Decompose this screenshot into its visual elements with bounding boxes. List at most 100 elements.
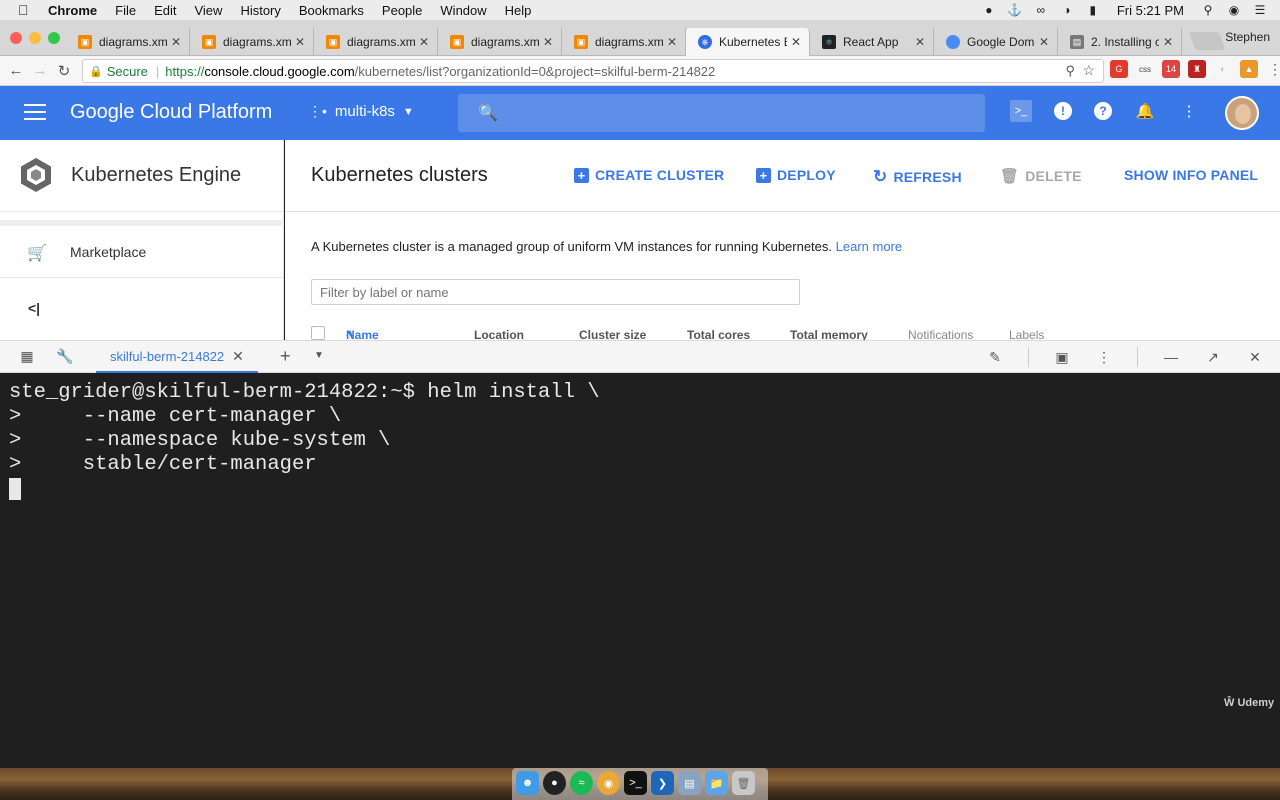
siri-icon[interactable]: ◉ (1226, 3, 1242, 17)
trash-icon[interactable]: 🗑 (732, 771, 755, 795)
hamburger-menu-icon[interactable] (24, 104, 46, 120)
extension-circle-icon[interactable]: ◐ (1214, 60, 1232, 78)
more-vert-icon[interactable]: ⋮ (1095, 348, 1113, 366)
sidebar-item-marketplace[interactable]: 🛒 Marketplace (0, 228, 284, 278)
address-bar[interactable]: 🔒 Secure | https://console.cloud.google.… (82, 59, 1104, 83)
project-selector[interactable]: ⋮• multi-k8s ▼ (308, 103, 414, 120)
close-tab-icon[interactable]: ✕ (915, 35, 925, 49)
spotlight-search-icon[interactable]: ⚲ (1200, 3, 1216, 17)
battery-icon[interactable]: ▮ (1085, 3, 1101, 17)
browser-tab[interactable]: ▣ diagrams.xml - ✕ (66, 28, 190, 56)
page-description: A Kubernetes cluster is a managed group … (311, 239, 903, 254)
back-icon[interactable]: ← (4, 62, 28, 79)
help-icon[interactable]: ? (1094, 102, 1112, 120)
learn-more-link[interactable]: Learn more (836, 239, 902, 254)
extension-red-icon[interactable]: G (1110, 60, 1128, 78)
gcp-header: Google Cloud Platform ⋮• multi-k8s ▼ 🔍 >… (0, 86, 1280, 140)
wrench-icon[interactable]: 🔧 (56, 347, 74, 365)
menu-edit[interactable]: Edit (154, 3, 176, 18)
downloads-folder-icon[interactable]: 📁 (705, 771, 728, 795)
reload-icon[interactable]: ↻ (52, 62, 76, 80)
open-new-window-icon[interactable]: ↗ (1204, 348, 1222, 366)
browser-tab[interactable]: ▤ 2. Installing cer ✕ (1058, 28, 1182, 56)
cloud-shell-icon[interactable]: >_ (1010, 100, 1032, 122)
feedback-icon[interactable]: ! (1054, 102, 1072, 120)
deploy-button[interactable]: + DEPLOY (756, 167, 836, 183)
browser-tab[interactable]: ▣ diagrams.xml - ✕ (562, 28, 686, 56)
docker-icon[interactable]: ⚓ (1007, 3, 1023, 17)
menu-people[interactable]: People (382, 3, 422, 18)
notifications-bell-icon[interactable]: 🔔 (1134, 100, 1156, 122)
zoom-window-icon[interactable] (48, 32, 60, 44)
add-session-icon[interactable]: + (280, 346, 291, 367)
shell-session-tab[interactable]: skilful-berm-214822 ✕ (96, 341, 258, 374)
obs-icon[interactable]: ● (981, 3, 997, 17)
terminal[interactable]: ste_grider@skilful-berm-214822:~$ helm i… (0, 373, 1280, 768)
browser-tab[interactable]: ▣ diagrams.xml - ✕ (438, 28, 562, 56)
close-tab-icon[interactable]: ✕ (791, 35, 801, 49)
menu-history[interactable]: History (240, 3, 280, 18)
extension-shield-icon[interactable]: ♜ (1188, 60, 1206, 78)
finder-icon[interactable]: ☻ (516, 771, 539, 795)
show-info-panel-button[interactable]: SHOW INFO PANEL (1124, 167, 1258, 183)
css-extension-icon[interactable]: css (1136, 60, 1154, 78)
glasses-icon[interactable]: ∞ (1033, 3, 1049, 17)
obs-icon[interactable]: ● (543, 771, 566, 795)
chrome-icon[interactable]: ◉ (597, 771, 620, 795)
collapse-nav-button[interactable]: <| (28, 300, 40, 316)
edit-pencil-icon[interactable]: ✎ (986, 348, 1004, 366)
browser-tab[interactable]: ▣ diagrams.xml - ✕ (190, 28, 314, 56)
close-icon[interactable]: ✕ (1246, 348, 1264, 366)
zoom-icon[interactable]: ⚲ (1065, 63, 1075, 79)
apple-menu-icon[interactable]:  (18, 2, 34, 18)
menu-help[interactable]: Help (505, 3, 532, 18)
close-tab-icon[interactable]: ✕ (543, 35, 553, 49)
close-tab-icon[interactable]: ✕ (295, 35, 305, 49)
vscode-icon[interactable]: ❯ (651, 771, 674, 795)
close-icon[interactable]: ✕ (232, 348, 244, 365)
chevron-down-icon[interactable]: ▼ (314, 350, 324, 361)
metamask-icon[interactable]: ▲ (1240, 60, 1258, 78)
menu-window[interactable]: Window (440, 3, 486, 18)
minimize-window-icon[interactable] (29, 32, 41, 44)
browser-tab[interactable]: Google Domain ✕ (934, 28, 1058, 56)
wifi-icon[interactable]: ◑ (1059, 3, 1075, 17)
close-tab-icon[interactable]: ✕ (1163, 35, 1173, 49)
grid-icon[interactable]: ▦ (18, 347, 36, 365)
create-cluster-button[interactable]: + CREATE CLUSTER (574, 167, 724, 183)
menu-app-chrome[interactable]: Chrome (48, 3, 97, 18)
gcp-title[interactable]: Google Cloud Platform (70, 101, 272, 124)
avatar[interactable] (1225, 96, 1259, 130)
select-all-checkbox[interactable] (311, 326, 325, 340)
new-tab-button[interactable] (1188, 32, 1226, 50)
delete-button[interactable]: 🗑 DELETE (1000, 167, 1082, 185)
menu-bookmarks[interactable]: Bookmarks (299, 3, 364, 18)
forward-icon[interactable]: → (28, 62, 52, 79)
browser-tab[interactable]: ⚛ React App ✕ (810, 28, 934, 56)
close-tab-icon[interactable]: ✕ (1039, 35, 1049, 49)
close-window-icon[interactable] (10, 32, 22, 44)
extension-calendar-icon[interactable]: 14 (1162, 60, 1180, 78)
filter-input[interactable] (311, 279, 800, 305)
gcp-search-input[interactable]: 🔍 (458, 94, 985, 132)
terminal-icon[interactable]: >_ (624, 771, 647, 795)
browser-tab-active[interactable]: ⎈ Kubernetes Eng ✕ (686, 28, 810, 56)
menu-file[interactable]: File (115, 3, 136, 18)
close-tab-icon[interactable]: ✕ (171, 35, 181, 49)
spotify-icon[interactable]: ≈ (570, 771, 593, 795)
menubar-clock[interactable]: Fri 5:21 PM (1117, 3, 1184, 18)
profile-name[interactable]: Stephen (1225, 30, 1270, 44)
window-controls (10, 32, 60, 44)
chrome-menu-icon[interactable]: ⋮ (1266, 60, 1280, 78)
refresh-button[interactable]: ↻ REFRESH (873, 167, 962, 187)
close-tab-icon[interactable]: ✕ (667, 35, 677, 49)
minimize-icon[interactable]: — (1162, 348, 1180, 366)
bookmark-star-icon[interactable]: ☆ (1082, 62, 1095, 79)
more-vert-icon[interactable]: ⋮ (1178, 100, 1200, 122)
notification-center-icon[interactable]: ☰ (1252, 3, 1268, 17)
preview-icon[interactable]: ▤ (678, 771, 701, 795)
browser-tab[interactable]: ▣ diagrams.xml - ✕ (314, 28, 438, 56)
menu-view[interactable]: View (194, 3, 222, 18)
web-preview-icon[interactable]: ▣ (1053, 348, 1071, 366)
close-tab-icon[interactable]: ✕ (419, 35, 429, 49)
